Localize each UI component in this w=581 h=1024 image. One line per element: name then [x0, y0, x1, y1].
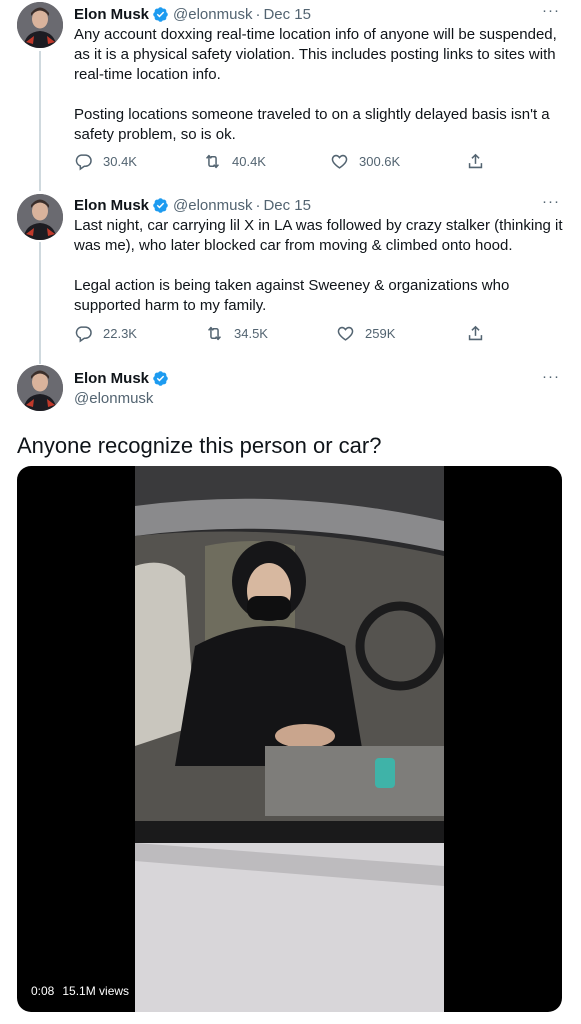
tweet-2[interactable]: Elon Musk @elonmusk · Dec 15 ··· Last ni… [0, 185, 581, 364]
separator: · [255, 5, 261, 23]
video-player[interactable]: 0:08 15.1M views [17, 466, 562, 1012]
more-options-icon[interactable]: ··· [541, 3, 561, 20]
author-handle[interactable]: @elonmusk [173, 6, 252, 23]
video-time: 0:08 [31, 984, 55, 998]
author-handle[interactable]: @elonmusk [74, 390, 153, 407]
share-icon [468, 153, 483, 169]
video-frame[interactable] [135, 466, 444, 1012]
thread-line [39, 51, 41, 191]
author-name[interactable]: Elon Musk [74, 370, 149, 387]
retweet-count: 34.5K [234, 326, 268, 341]
tweet-paragraph: Last night, car carrying lil X in LA was… [74, 217, 563, 254]
share-icon [468, 325, 483, 341]
tweet-subheader: @elonmusk [74, 388, 153, 408]
more-options-icon[interactable]: ··· [541, 194, 561, 211]
verified-badge-icon [152, 370, 169, 387]
tweet-text: Last night, car carrying lil X in LA was… [74, 216, 564, 316]
author-handle[interactable]: @elonmusk [173, 197, 252, 214]
reply-icon [75, 326, 92, 343]
tweet-actions: 30.4K 40.4K 300.6K [74, 152, 494, 172]
video-info-badge: 0:08 15.1M views [25, 980, 136, 1002]
avatar[interactable] [17, 365, 63, 411]
more-options-icon[interactable]: ··· [541, 369, 561, 386]
verified-badge-icon [152, 197, 169, 214]
video-still [135, 466, 444, 1012]
main-tweet-text: Anyone recognize this person or car? [17, 433, 382, 458]
reply-button[interactable]: 30.4K [74, 152, 137, 171]
video-views: 15.1M views [62, 984, 130, 998]
tweet-header: Elon Musk @elonmusk · Dec 15 [74, 195, 311, 215]
author-name[interactable]: Elon Musk [74, 6, 149, 23]
heart-icon [337, 326, 354, 341]
thread-line [39, 242, 41, 364]
tweet-header: Elon Musk [74, 368, 173, 388]
retweet-icon [205, 154, 220, 169]
like-count: 300.6K [359, 154, 401, 169]
tweet-date[interactable]: Dec 15 [263, 6, 311, 23]
like-button[interactable]: 300.6K [330, 152, 400, 171]
tweet-date[interactable]: Dec 15 [263, 197, 311, 214]
heart-icon [331, 154, 348, 169]
avatar[interactable] [17, 2, 63, 48]
tweet-paragraph: Posting locations someone traveled to on… [74, 106, 550, 143]
author-name[interactable]: Elon Musk [74, 197, 149, 214]
tweet-actions: 22.3K 34.5K 259K [74, 324, 494, 344]
share-button[interactable] [466, 152, 495, 171]
retweet-button[interactable]: 40.4K [203, 152, 266, 171]
reply-count: 22.3K [103, 326, 137, 341]
reply-icon [75, 154, 92, 171]
like-count: 259K [365, 326, 396, 341]
tweet-paragraph: Any account doxxing real-time location i… [74, 26, 557, 83]
retweet-icon [207, 326, 222, 341]
reply-count: 30.4K [103, 154, 137, 169]
retweet-button[interactable]: 34.5K [205, 324, 268, 343]
avatar[interactable] [17, 194, 63, 240]
reply-button[interactable]: 22.3K [74, 324, 137, 343]
tweet-paragraph: Legal action is being taken against Swee… [74, 277, 510, 314]
share-button[interactable] [466, 324, 495, 343]
retweet-count: 40.4K [232, 154, 266, 169]
like-button[interactable]: 259K [336, 324, 395, 343]
tweet-1[interactable]: Elon Musk @elonmusk · Dec 15 ··· Any acc… [0, 0, 581, 191]
tweet-header: Elon Musk @elonmusk · Dec 15 [74, 4, 311, 24]
verified-badge-icon [152, 6, 169, 23]
separator: · [255, 196, 261, 214]
tweet-text: Any account doxxing real-time location i… [74, 25, 564, 145]
